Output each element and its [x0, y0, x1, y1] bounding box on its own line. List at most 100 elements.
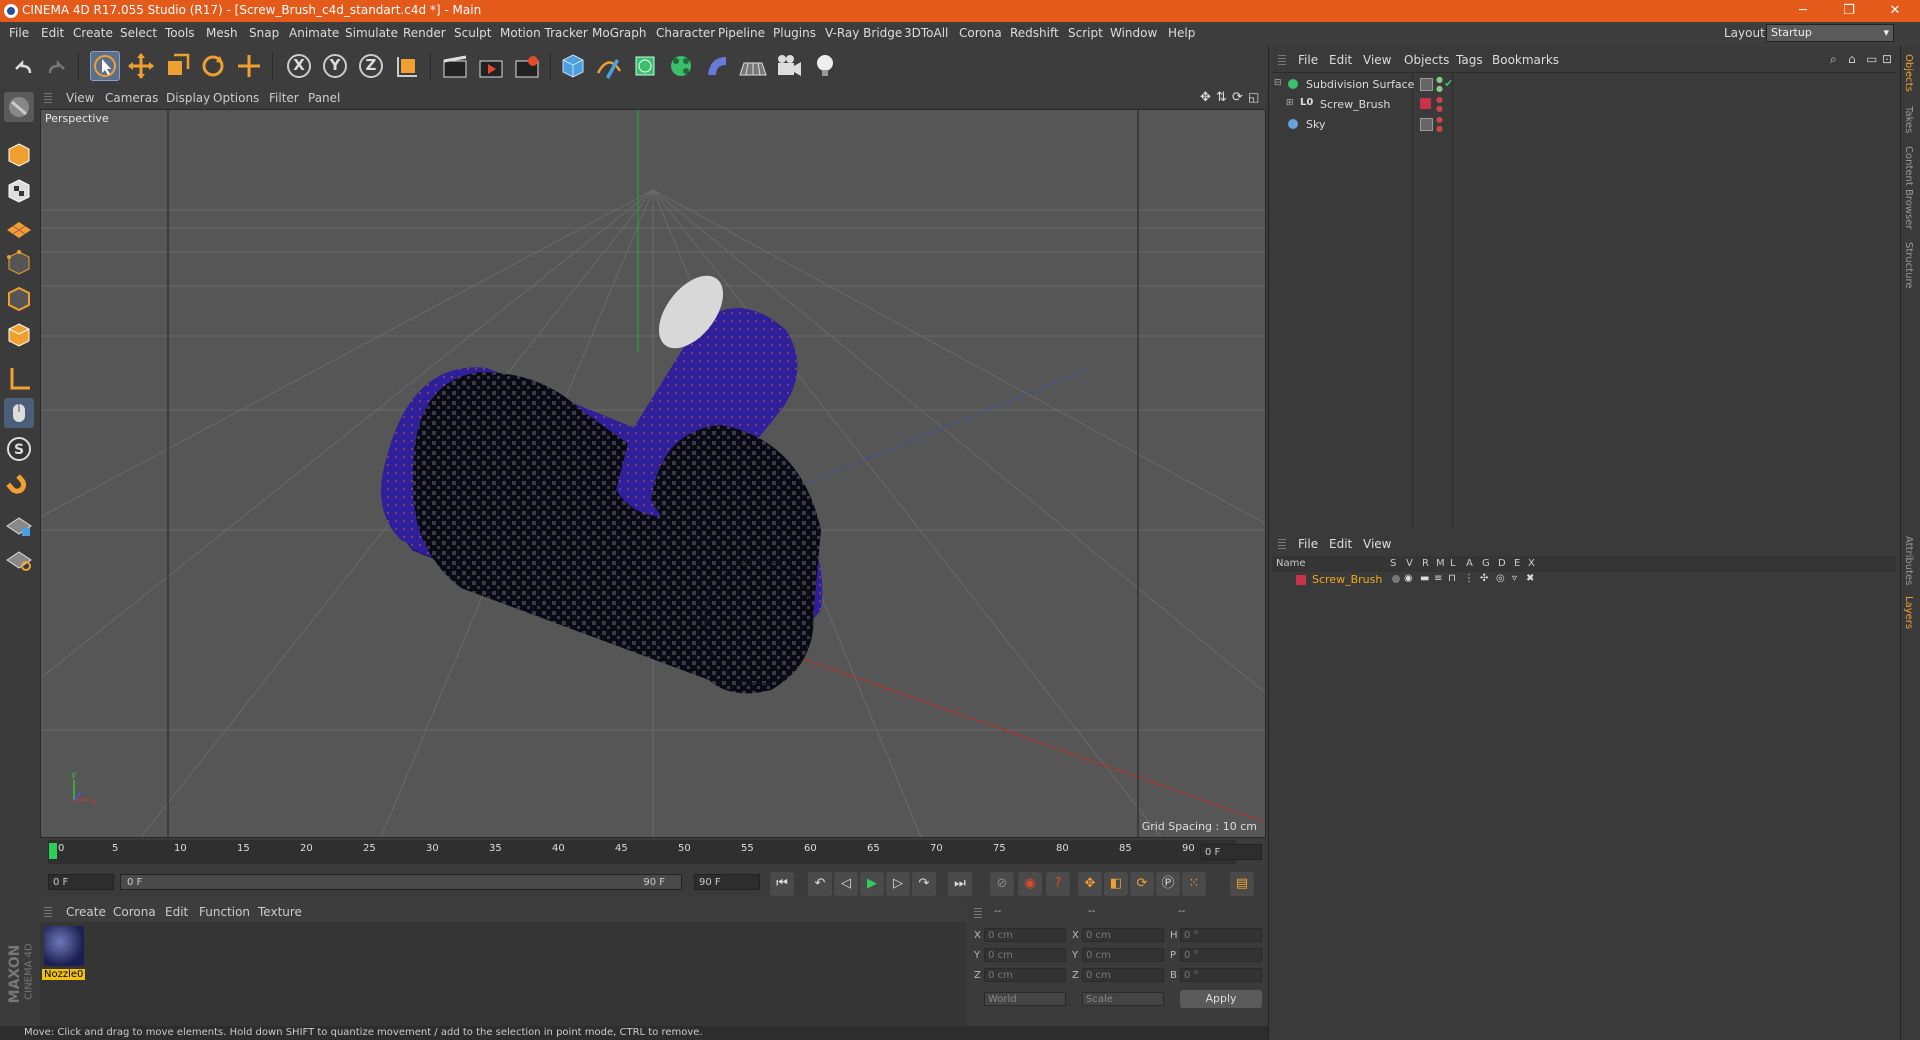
key-rotation-icon[interactable]: ⟳	[1130, 872, 1154, 896]
render-to-picture-viewer-button[interactable]	[476, 51, 506, 81]
next-key-icon[interactable]: ↷	[912, 872, 936, 896]
menu-mograph[interactable]: MoGraph	[592, 26, 647, 40]
layer-tag-icon[interactable]	[1420, 78, 1433, 91]
keyframe-selection-icon[interactable]: ?	[1046, 872, 1070, 896]
y-axis-lock-button[interactable]: Y	[320, 51, 350, 81]
menu-redshift[interactable]: Redshift	[1010, 26, 1059, 40]
object-menu-edit[interactable]: Edit	[1329, 53, 1352, 67]
add-camera-button[interactable]	[774, 51, 804, 81]
material-thumbnail[interactable]	[44, 926, 84, 966]
add-light-button[interactable]	[810, 51, 840, 81]
layer-menu-view[interactable]: View	[1363, 537, 1391, 551]
expand-icon[interactable]: ⊞	[1286, 98, 1294, 108]
render-icon[interactable]: ▬	[1420, 573, 1429, 584]
maximize-button[interactable]: ❐	[1826, 0, 1872, 22]
planar-workplane-button[interactable]	[4, 544, 34, 574]
object-menu-objects[interactable]: Objects	[1404, 53, 1449, 67]
menu-sculpt[interactable]: Sculpt	[454, 26, 491, 40]
object-menu-file[interactable]: File	[1298, 53, 1318, 67]
layer-name[interactable]: Screw_Brush	[1312, 573, 1382, 586]
object-menu-tags[interactable]: Tags	[1456, 53, 1483, 67]
collapse-icon[interactable]: ⊟	[1274, 78, 1282, 88]
object-row-screw-brush[interactable]: ⊞ L0 Screw_Brush ● ●	[1272, 95, 1896, 115]
layer-row[interactable]: Screw_Brush ◉ ▬ ≡ ⊓ ⋮ ✣ ◎ ▿ ✖	[1272, 572, 1896, 588]
object-menu-bookmarks[interactable]: Bookmarks	[1492, 53, 1559, 67]
menu-motion-tracker[interactable]: Motion Tracker	[500, 26, 588, 40]
model-mode-button[interactable]	[4, 140, 34, 170]
menu-edit[interactable]: Edit	[41, 26, 64, 40]
next-frame-icon[interactable]: ▷	[886, 872, 910, 896]
viewport-camera-label[interactable]: Perspective	[45, 112, 109, 125]
record-keys-icon[interactable]: ⊘	[990, 872, 1014, 896]
menu-simulate[interactable]: Simulate	[345, 26, 398, 40]
transform-tool-button[interactable]	[234, 51, 264, 81]
pos-y-field[interactable]: 0 cm	[984, 948, 1066, 962]
new-view-icon[interactable]: ▭	[1866, 52, 1877, 66]
current-frame-field[interactable]: 0 F	[1200, 844, 1262, 860]
key-position-icon[interactable]: ✥	[1078, 872, 1102, 896]
rot-h-field[interactable]: 0 °	[1180, 928, 1262, 942]
tab-objects[interactable]: Objects	[1903, 54, 1914, 92]
timeline-window-icon[interactable]: ▤	[1230, 872, 1254, 896]
menu-create[interactable]: Create	[73, 26, 113, 40]
preview-range-slider[interactable]: 0 F 90 F	[120, 874, 682, 890]
previous-key-icon[interactable]: ↶	[808, 872, 832, 896]
material-menu-corona[interactable]: Corona	[113, 905, 156, 919]
tab-layers[interactable]: Layers	[1903, 596, 1914, 629]
coordinate-system-button[interactable]	[392, 51, 422, 81]
undo-button[interactable]	[8, 51, 38, 81]
xref-icon[interactable]: ✖	[1526, 573, 1534, 584]
size-mode-dropdown[interactable]: Scale	[1082, 992, 1164, 1006]
end-frame-field[interactable]: 90 F	[694, 874, 760, 890]
viewport-menu-panel[interactable]: Panel	[308, 91, 340, 105]
add-subdivision-button[interactable]	[630, 51, 660, 81]
add-floor-button[interactable]	[738, 51, 768, 81]
axis-mode-button[interactable]	[4, 364, 34, 394]
eye-icon[interactable]: ◉	[1404, 573, 1413, 584]
magnet-button[interactable]	[4, 472, 34, 502]
visibility-dots-icon[interactable]: ● ●	[1436, 115, 1443, 133]
menu-3dtoall[interactable]: 3DToAll	[904, 26, 948, 40]
texture-mode-button[interactable]	[4, 176, 34, 206]
deformer-icon[interactable]: ◎	[1496, 573, 1505, 584]
viewport-menu-options[interactable]: Options	[213, 91, 259, 105]
start-frame-field[interactable]: 0 F	[48, 874, 114, 890]
zoom-view-icon[interactable]: ⇅	[1216, 90, 1227, 105]
play-icon[interactable]: ▶	[860, 872, 884, 896]
workplane-mode-button[interactable]	[4, 212, 34, 242]
manager-icon[interactable]: ≡	[1434, 573, 1442, 584]
menu-plugins[interactable]: Plugins	[773, 26, 816, 40]
key-pla-icon[interactable]: ⁙	[1182, 872, 1206, 896]
playhead[interactable]	[49, 843, 57, 859]
size-x-field[interactable]: 0 cm	[1082, 928, 1164, 942]
points-mode-button[interactable]	[4, 248, 34, 278]
search-icon[interactable]: ⌕	[1830, 52, 1837, 67]
rot-b-field[interactable]: 0 °	[1180, 968, 1262, 982]
add-spline-button[interactable]	[594, 51, 624, 81]
solo-toggle-icon[interactable]	[1392, 575, 1400, 583]
material-menu-edit[interactable]: Edit	[165, 905, 188, 919]
toggle-layout-icon[interactable]: ◱	[1248, 90, 1259, 104]
apply-button[interactable]: Apply	[1180, 990, 1262, 1008]
menu-vray-bridge[interactable]: V-Ray Bridge	[825, 26, 902, 40]
rotate-view-icon[interactable]: ⟳	[1232, 90, 1243, 105]
go-to-start-icon[interactable]: ⏮	[770, 872, 794, 896]
pos-z-field[interactable]: 0 cm	[984, 968, 1066, 982]
rotate-tool-button[interactable]	[198, 51, 228, 81]
previous-frame-icon[interactable]: ◁	[834, 872, 858, 896]
viewport-menu-display[interactable]: Display	[166, 91, 210, 105]
object-menu-view[interactable]: View	[1363, 53, 1391, 67]
menu-character[interactable]: Character	[656, 26, 715, 40]
tab-takes[interactable]: Takes	[1903, 106, 1914, 133]
redo-button[interactable]	[42, 51, 72, 81]
layer-menu-file[interactable]: File	[1298, 537, 1318, 551]
locked-workplane-button[interactable]	[4, 510, 34, 540]
z-axis-lock-button[interactable]: Z	[356, 51, 386, 81]
pan-view-icon[interactable]: ✥	[1200, 90, 1211, 105]
menu-window[interactable]: Window	[1110, 26, 1157, 40]
menu-tools[interactable]: Tools	[165, 26, 195, 40]
object-name[interactable]: Sky	[1306, 118, 1325, 131]
size-y-field[interactable]: 0 cm	[1082, 948, 1164, 962]
live-selection-button[interactable]	[90, 51, 120, 81]
add-cube-button[interactable]	[558, 51, 588, 81]
